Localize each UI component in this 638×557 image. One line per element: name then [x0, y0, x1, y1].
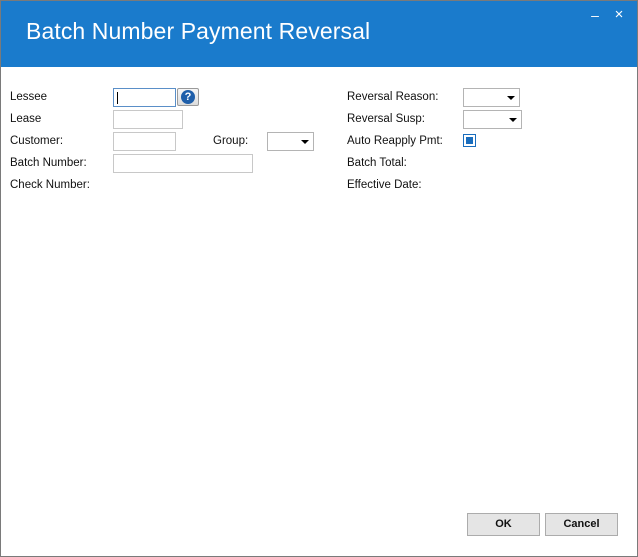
group-select[interactable]: [267, 132, 314, 151]
title-bar[interactable]: Batch Number Payment Reversal – ×: [1, 1, 637, 67]
check-number-label: Check Number:: [10, 179, 90, 191]
batch-total-label: Batch Total:: [347, 157, 407, 169]
ok-button[interactable]: OK: [467, 513, 540, 536]
text-caret: [117, 92, 118, 104]
question-mark-icon: ?: [181, 90, 195, 104]
chevron-down-icon: [509, 118, 517, 122]
batch-number-field[interactable]: [113, 154, 253, 173]
chevron-down-icon: [507, 96, 515, 100]
group-label: Group:: [213, 135, 249, 147]
chevron-down-icon: [301, 140, 309, 144]
close-icon: ×: [614, 6, 624, 23]
lease-label: Lease: [10, 113, 42, 125]
reversal-reason-label: Reversal Reason:: [347, 91, 439, 103]
minimize-icon: –: [591, 7, 599, 23]
reversal-susp-select[interactable]: [463, 110, 522, 129]
customer-label: Customer:: [10, 135, 64, 147]
lessee-lookup-button[interactable]: ?: [177, 88, 199, 106]
reversal-susp-label: Reversal Susp:: [347, 113, 425, 125]
minimize-button[interactable]: –: [587, 7, 603, 23]
lessee-label: Lessee: [10, 91, 48, 103]
window-title: Batch Number Payment Reversal: [26, 18, 371, 44]
batch-number-label: Batch Number:: [10, 157, 87, 169]
auto-reapply-checkbox[interactable]: [463, 134, 476, 147]
dialog-window: Batch Number Payment Reversal – × Lessee…: [0, 0, 638, 557]
auto-reapply-label: Auto Reapply Pmt:: [347, 135, 443, 147]
reversal-reason-select[interactable]: [463, 88, 520, 107]
effective-date-label: Effective Date:: [347, 179, 422, 191]
cancel-button[interactable]: Cancel: [545, 513, 618, 536]
lease-field[interactable]: [113, 110, 183, 129]
lessee-field[interactable]: [113, 88, 176, 107]
checkbox-checked-mark: [466, 137, 473, 144]
customer-field[interactable]: [113, 132, 176, 151]
close-button[interactable]: ×: [611, 7, 627, 23]
